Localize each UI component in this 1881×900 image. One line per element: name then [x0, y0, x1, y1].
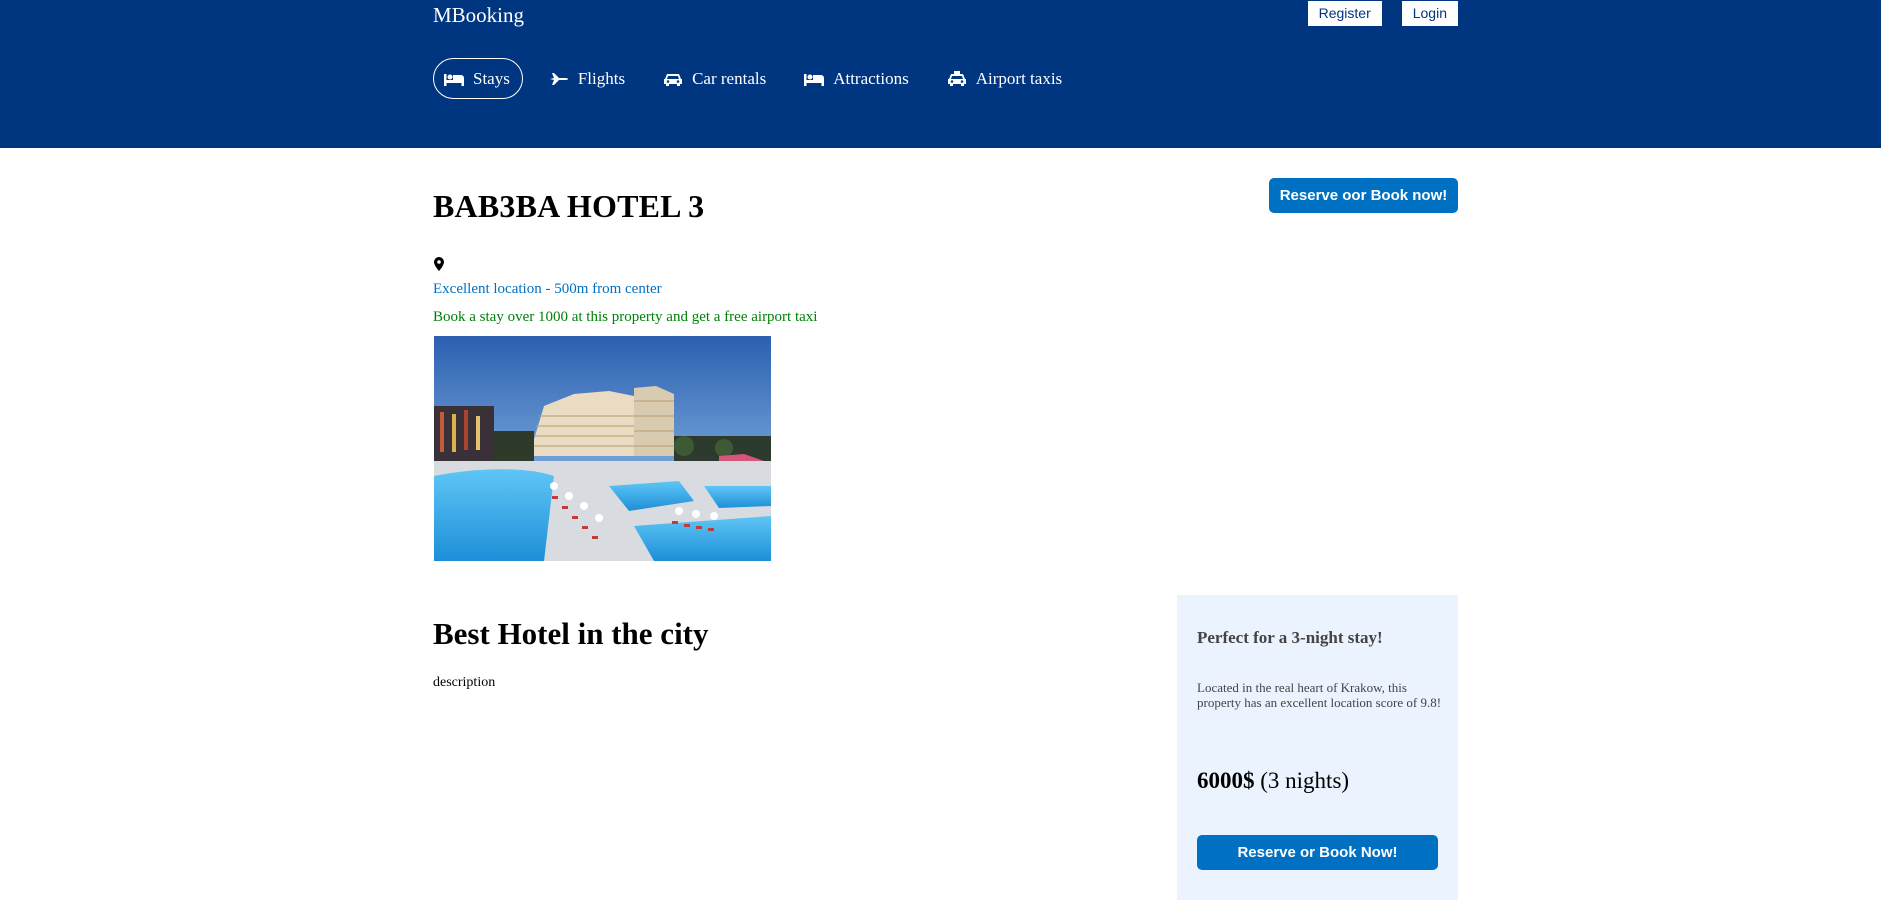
nav-item-car-rentals[interactable]: Car rentals — [651, 58, 778, 99]
hotel-title: BAB3BA HOTEL 3 — [433, 188, 705, 224]
hotel-description: description — [433, 675, 496, 690]
plane-icon — [549, 71, 569, 87]
register-button[interactable]: Register — [1307, 1, 1382, 26]
nav-label: Stays — [473, 68, 510, 88]
price-panel: Perfect for a 3-night stay! Located in t… — [1177, 595, 1458, 900]
bed-icon — [804, 71, 825, 87]
panel-heading: Perfect for a 3-night stay! — [1197, 628, 1383, 647]
location-link[interactable]: Excellent location - 500m from center — [433, 280, 662, 298]
hotel-photo[interactable] — [434, 336, 771, 561]
promo-text: Book a stay over 1000 at this property a… — [433, 309, 818, 325]
reserve-button-panel[interactable]: Reserve or Book Now! — [1197, 835, 1438, 870]
price-nights: (3 nights) — [1260, 768, 1350, 793]
nav-item-stays[interactable]: Stays — [433, 58, 523, 99]
nav-label: Flights — [577, 68, 626, 88]
price-display: 6000$ (3 nights) — [1197, 767, 1349, 795]
nav-label: Airport taxis — [975, 68, 1063, 88]
nav-label: Car rentals — [692, 68, 767, 88]
car-icon — [663, 71, 683, 87]
login-button[interactable]: Login — [1401, 1, 1458, 26]
reserve-button-top[interactable]: Reserve oor Book now! — [1269, 178, 1458, 213]
map-pin-icon — [434, 257, 444, 271]
nav-item-attractions[interactable]: Attractions — [792, 58, 921, 99]
nav-item-airport-taxis[interactable]: Airport taxis — [935, 58, 1074, 99]
section-title: Best Hotel in the city — [433, 616, 709, 651]
main-nav: Stays Flights Car rentals Attractions Ai… — [433, 58, 1074, 99]
nav-item-flights[interactable]: Flights — [537, 58, 637, 99]
taxi-icon — [947, 70, 967, 87]
price-amount: 6000$ — [1197, 768, 1255, 793]
nav-label: Attractions — [833, 68, 909, 88]
brand-logo[interactable]: MBooking — [433, 2, 524, 28]
bed-icon — [444, 71, 464, 87]
auth-buttons: Register Login — [1307, 1, 1458, 26]
panel-text: Located in the real heart of Krakow, thi… — [1197, 680, 1442, 710]
